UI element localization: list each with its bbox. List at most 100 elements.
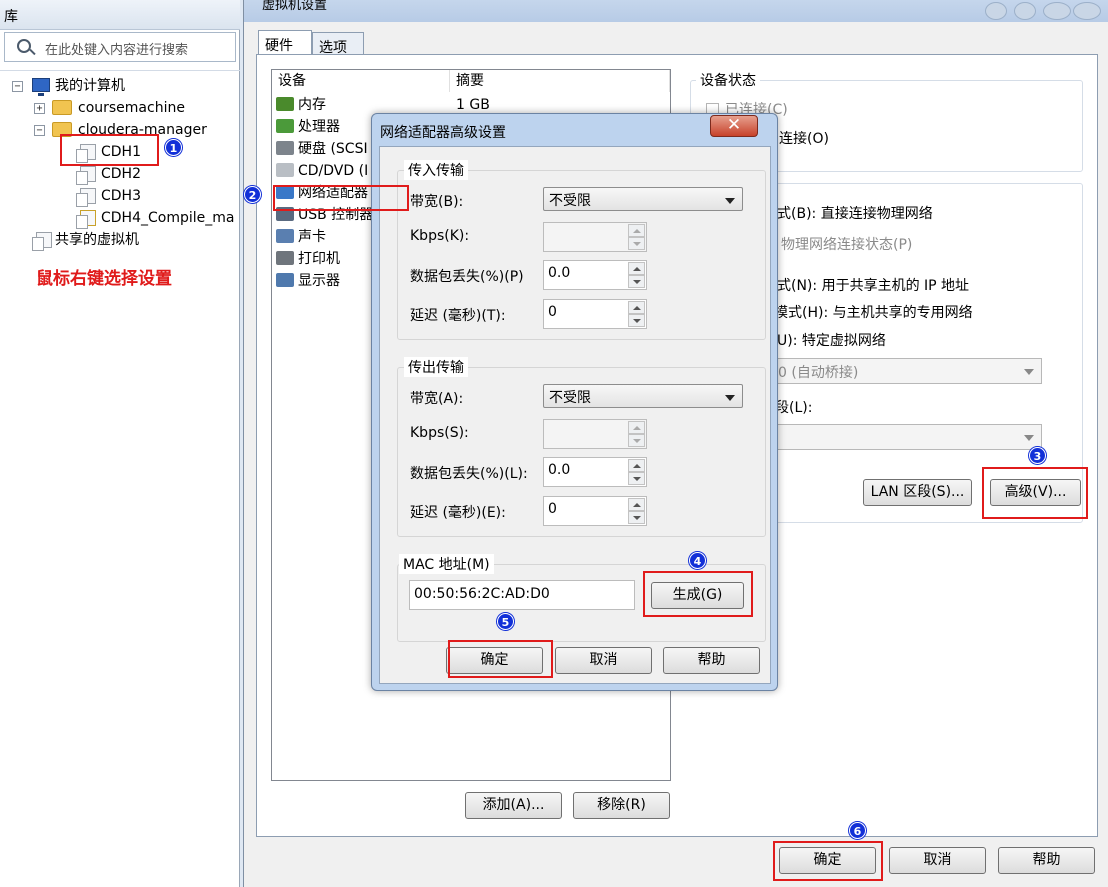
arrow-down-icon[interactable] (628, 275, 645, 288)
custom-network-select[interactable]: 0 (自动桥接) (771, 358, 1042, 384)
arrow-down-icon[interactable] (628, 434, 645, 447)
collapse-icon[interactable]: − (12, 81, 23, 92)
collapse-icon[interactable]: − (34, 125, 45, 136)
add-device-button[interactable]: 添加(A)... (465, 792, 562, 819)
device-status-title: 设备状态 (696, 70, 760, 90)
nat-option[interactable]: 式(N): 用于共享主机的 IP 地址 (777, 275, 969, 295)
outgoing-latency-stepper[interactable]: 0 (543, 496, 647, 526)
monitor-icon (276, 273, 294, 287)
outgoing-kbps-stepper[interactable] (543, 419, 647, 449)
device-name: 显示器 (298, 273, 340, 289)
close-icon[interactable] (1073, 2, 1101, 20)
arrow-up-icon[interactable] (628, 262, 645, 275)
arrow-down-icon[interactable] (628, 472, 645, 485)
tab-options[interactable]: 选项 (312, 32, 364, 56)
step-badge: 1 (165, 139, 182, 156)
chevron-down-icon (1024, 435, 1034, 441)
remove-device-button[interactable]: 移除(R) (573, 792, 670, 819)
dialog-title: 虚拟机设置 (262, 0, 328, 13)
step-badge: 3 (1029, 447, 1046, 464)
highlight-advanced-button (982, 467, 1088, 519)
outgoing-loss-value: 0.0 (548, 462, 571, 478)
help-button[interactable]: 帮助 (663, 647, 760, 674)
vm-icon (76, 166, 96, 185)
cd-icon (276, 163, 294, 177)
vm-icon (76, 210, 96, 229)
chevron-down-icon (1024, 369, 1034, 375)
host-only-option[interactable]: 模式(H): 与主机共享的专用网络 (774, 302, 973, 322)
step-badge: 4 (689, 552, 706, 569)
outgoing-latency-label: 延迟 (毫秒)(E): (410, 505, 506, 521)
device-name: 硬盘 (SCSI (298, 141, 368, 157)
tree-item-vm[interactable]: CDH4_Compile_ma (72, 207, 237, 229)
tree-label: CDH4_Compile_ma (101, 210, 235, 226)
tree-label: coursemachine (78, 100, 185, 116)
speaker-icon (276, 229, 294, 243)
column-header-device[interactable]: 设备 (272, 70, 450, 92)
arrow-up-icon[interactable] (628, 459, 645, 472)
arrow-up-icon[interactable] (628, 498, 645, 511)
arrow-down-icon[interactable] (628, 511, 645, 524)
arrow-up-icon[interactable] (628, 301, 645, 314)
tree-label: CDH3 (101, 188, 141, 204)
arrow-up-icon[interactable] (628, 224, 645, 237)
incoming-loss-stepper[interactable]: 0.0 (543, 260, 647, 290)
incoming-loss-label: 数据包丢失(%)(P) (410, 269, 524, 285)
device-name: CD/DVD (I (298, 163, 369, 179)
device-name: 打印机 (298, 251, 340, 267)
tree-item-my-computer[interactable]: − 我的计算机 (10, 75, 235, 97)
search-placeholder: 在此处键入内容进行搜索 (45, 43, 189, 58)
step-badge: 5 (497, 613, 514, 630)
highlight-main-ok-button (773, 841, 883, 881)
bridged-option[interactable]: 式(B): 直接连接物理网络 (777, 203, 933, 223)
dialog-title: 网络适配器高级设置 (380, 125, 506, 141)
tree-item-vm[interactable]: CDH2 (72, 163, 237, 185)
mac-address-input[interactable]: 00:50:56:2C:AD:D0 (409, 580, 635, 610)
device-name: 处理器 (298, 119, 340, 135)
incoming-latency-stepper[interactable]: 0 (543, 299, 647, 329)
hdd-icon (276, 141, 294, 155)
lan-segment-label: 段(L): (775, 400, 813, 416)
tab-hardware[interactable]: 硬件 (258, 30, 312, 56)
lan-segment-select[interactable] (771, 424, 1042, 450)
incoming-bandwidth-value: 不受限 (549, 193, 591, 209)
tree-item-vm[interactable]: CDH3 (72, 185, 237, 207)
custom-network-value: 0 (自动桥接) (778, 365, 859, 381)
chevron-down-icon (725, 198, 735, 204)
incoming-title: 传入传输 (404, 160, 468, 180)
replicate-state-option[interactable]: 物理网络连接状态(P) (781, 234, 912, 254)
tree-item-shared-vms[interactable]: 共享的虚拟机 (30, 229, 235, 251)
arrow-down-icon[interactable] (628, 237, 645, 250)
mac-address-label: MAC 地址(M) (399, 554, 494, 574)
close-icon[interactable]: ✕ (710, 115, 758, 137)
lan-segments-button[interactable]: LAN 区段(S)... (863, 479, 972, 506)
minimize-icon[interactable] (1043, 2, 1071, 20)
cancel-button[interactable]: 取消 (889, 847, 986, 874)
shirt-icon[interactable] (985, 2, 1007, 20)
outgoing-bandwidth-select[interactable]: 不受限 (543, 384, 743, 408)
folder-icon (52, 100, 72, 115)
library-search-input[interactable]: 在此处键入内容进行搜索 (4, 32, 236, 62)
cpu-icon (276, 119, 294, 133)
incoming-kbps-label: Kbps(K): (410, 228, 470, 244)
cancel-button[interactable]: 取消 (555, 647, 652, 674)
device-name: 内存 (298, 97, 326, 113)
incoming-bandwidth-select[interactable]: 不受限 (543, 187, 743, 211)
instruction-note: 鼠标右键选择设置 (36, 269, 172, 289)
tree-item-coursemachine[interactable]: + coursemachine (30, 97, 235, 119)
outgoing-title: 传出传输 (404, 357, 468, 377)
custom-option[interactable]: U): 特定虚拟网络 (777, 330, 886, 350)
arrow-down-icon[interactable] (628, 314, 645, 327)
incoming-kbps-stepper[interactable] (543, 222, 647, 252)
outgoing-loss-stepper[interactable]: 0.0 (543, 457, 647, 487)
connect-at-power-on-label[interactable]: 连接(O) (779, 128, 829, 148)
tree-label: 共享的虚拟机 (55, 232, 139, 248)
expand-icon[interactable]: + (34, 103, 45, 114)
step-badge: 2 (244, 186, 261, 203)
pin-icon[interactable] (1014, 2, 1036, 20)
device-name: 声卡 (298, 229, 326, 245)
help-button[interactable]: 帮助 (998, 847, 1095, 874)
arrow-up-icon[interactable] (628, 421, 645, 434)
column-header-summary[interactable]: 摘要 (450, 70, 670, 92)
dialog-titlebar: 虚拟机设置 (244, 0, 1108, 22)
